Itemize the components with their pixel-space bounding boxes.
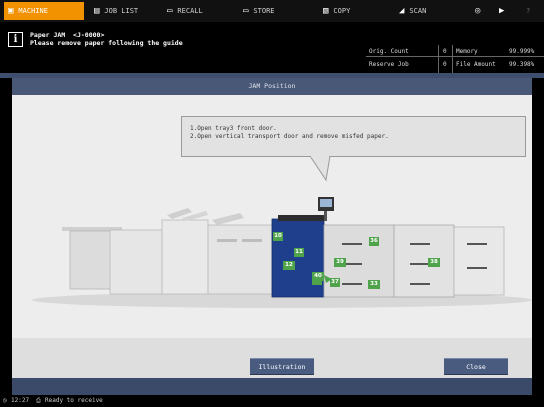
jam-message-text: Please remove paper following the guide bbox=[30, 39, 183, 47]
printer-icon: ⎙ bbox=[36, 397, 41, 404]
instruction-callout: 1.Open tray3 front door. 2.Open vertical… bbox=[181, 116, 526, 157]
help-button[interactable]: ? bbox=[522, 2, 540, 20]
memory-value: 99.999% bbox=[509, 48, 535, 55]
help-icon: ? bbox=[526, 7, 531, 15]
orig-count-value: 0 bbox=[443, 48, 447, 55]
jam-message-title: Paper JAM <J-0000> bbox=[30, 31, 105, 39]
reserve-job-label: Reserve Job bbox=[369, 61, 409, 68]
bottom-bar bbox=[12, 378, 532, 395]
speaker-icon: ▶ bbox=[499, 6, 505, 16]
jam-marker: 12 bbox=[283, 261, 295, 270]
jam-marker: 36 bbox=[369, 237, 379, 246]
instruction-step-2: 2.Open vertical transport door and remov… bbox=[190, 133, 389, 140]
tab-recall[interactable]: ▭ RECALL bbox=[163, 2, 225, 20]
clock-icon: ◷ bbox=[3, 397, 7, 404]
jam-marker: 33 bbox=[368, 280, 380, 289]
globe-icon: ◎ bbox=[475, 6, 481, 16]
reserve-job-value: 0 bbox=[443, 61, 447, 68]
file-amount-label: File Amount bbox=[456, 61, 496, 68]
close-button[interactable]: Close bbox=[444, 358, 508, 375]
jam-marker: 38 bbox=[428, 258, 440, 267]
instruction-step-1: 1.Open tray3 front door. bbox=[190, 125, 277, 132]
counter-panel: Orig. Count 0 Reserve Job 0 Memory 99.99… bbox=[366, 45, 544, 73]
panel-title: JAM Position bbox=[12, 78, 532, 95]
tab-job-list[interactable]: ▤ JOB LIST bbox=[90, 2, 152, 20]
store-icon: ▭ bbox=[243, 6, 249, 16]
tab-store[interactable]: ▭ STORE bbox=[239, 2, 301, 20]
status-time: 12:27 bbox=[11, 397, 30, 404]
jam-marker: 11 bbox=[294, 248, 304, 257]
orig-count-label: Orig. Count bbox=[369, 48, 409, 55]
scan-icon: ◢ bbox=[399, 6, 405, 16]
tab-copy[interactable]: ▧ COPY bbox=[319, 2, 381, 20]
jam-marker: 40 bbox=[312, 272, 324, 281]
info-icon: i bbox=[8, 32, 23, 47]
top-tab-bar: ▣ MACHINE ▤ JOB LIST ▭ RECALL ▭ STORE ▧ COPY … bbox=[0, 0, 544, 22]
machine-icon: ▣ bbox=[8, 6, 14, 16]
job-list-icon: ▤ bbox=[94, 6, 100, 16]
memory-label: Memory bbox=[456, 48, 478, 55]
status-text: Ready to receive bbox=[45, 397, 103, 404]
machine-illustration bbox=[32, 197, 532, 308]
file-amount-value: 99.398% bbox=[509, 61, 535, 68]
volume-button[interactable]: ▶ bbox=[495, 2, 515, 20]
jam-marker: 37 bbox=[330, 278, 340, 287]
jam-marker: 10 bbox=[273, 232, 283, 241]
language-button[interactable]: ◎ bbox=[471, 2, 491, 20]
jam-marker: 39 bbox=[334, 258, 346, 267]
copy-icon: ▧ bbox=[323, 6, 329, 16]
tab-scan[interactable]: ◢ SCAN bbox=[395, 2, 457, 20]
status-bar: ◷ 12:27 ⎙ Ready to receive bbox=[0, 395, 544, 407]
tab-machine[interactable]: ▣ MACHINE bbox=[4, 2, 84, 20]
illustration-button[interactable]: Illustration bbox=[250, 358, 314, 375]
recall-icon: ▭ bbox=[167, 6, 173, 16]
